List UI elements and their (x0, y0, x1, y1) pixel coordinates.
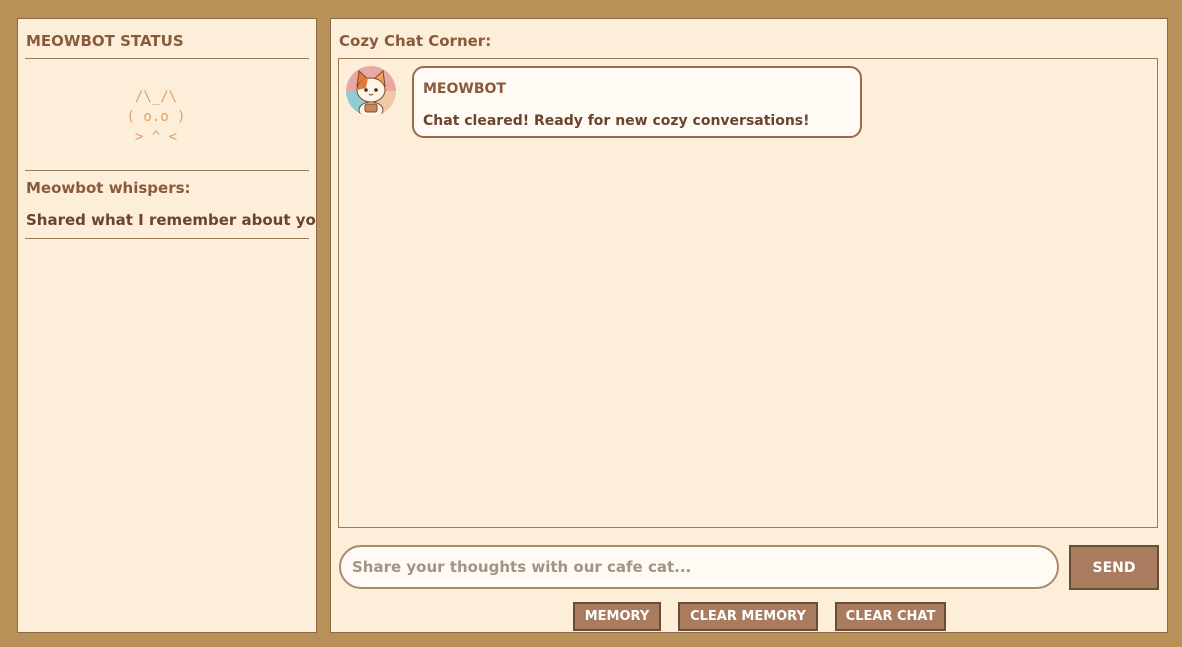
whispers-text: Shared what I remember about you (26, 211, 316, 229)
chat-message-bubble: MEOWBOT Chat cleared! Ready for new cozy… (412, 66, 862, 138)
status-title: MEOWBOT STATUS (26, 32, 184, 50)
chat-title: Cozy Chat Corner: (339, 32, 492, 50)
clear-memory-button[interactable]: CLEAR MEMORY (678, 602, 818, 631)
chat-panel: Cozy Chat Corner: MEOWBOT Chat cleared! … (330, 18, 1168, 633)
cat-avatar-icon (346, 66, 396, 116)
cat-ascii-face: ( o.o ) (126, 109, 186, 125)
cat-avatar-image (346, 66, 396, 116)
memory-button[interactable]: MEMORY (573, 602, 661, 631)
cat-ascii-ears: /\_/\ (134, 89, 178, 105)
whispers-label: Meowbot whispers: (26, 179, 191, 197)
status-panel: MEOWBOT STATUS /\_/\ ( o.o ) > ^ < Meowb… (17, 18, 317, 633)
cat-ascii-mouth: > ^ < (134, 129, 178, 145)
message-text: Chat cleared! Ready for new cozy convers… (423, 113, 810, 129)
status-divider (25, 58, 309, 59)
status-divider (25, 238, 309, 239)
send-button[interactable]: SEND (1069, 545, 1159, 590)
status-divider (25, 170, 309, 171)
chat-log[interactable]: MEOWBOT Chat cleared! Ready for new cozy… (338, 58, 1158, 528)
message-sender: MEOWBOT (423, 81, 506, 97)
message-input[interactable] (339, 545, 1059, 589)
cat-ascii-art: /\_/\ ( o.o ) > ^ < (18, 87, 294, 147)
clear-chat-button[interactable]: CLEAR CHAT (835, 602, 946, 631)
